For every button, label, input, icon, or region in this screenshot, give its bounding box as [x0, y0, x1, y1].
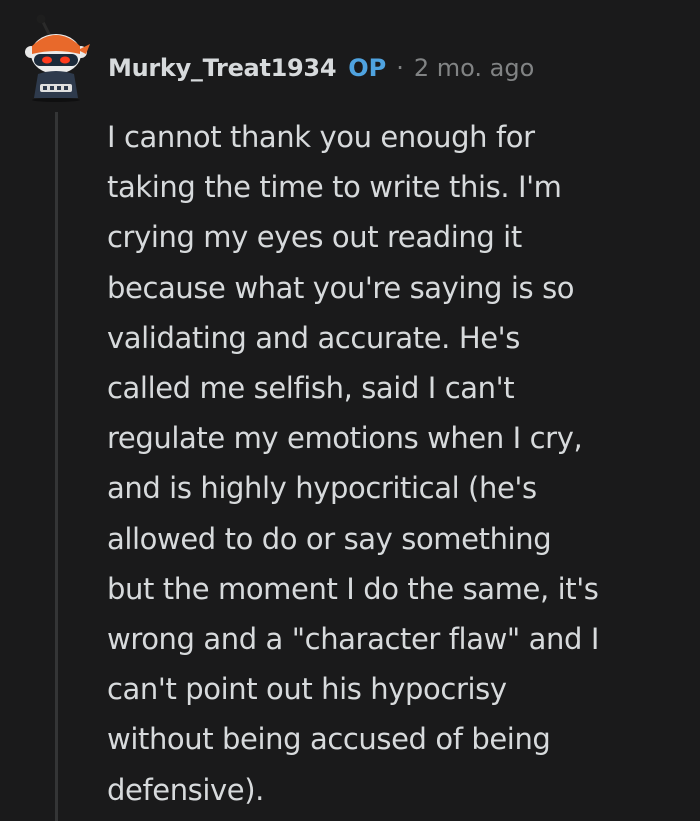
comment-body-line: regulate my emotions when I cry,: [107, 421, 583, 456]
comment-body: I cannot thank you enough for taking the…: [107, 112, 677, 815]
username-link[interactable]: Murky_Treat1934: [108, 54, 337, 82]
comment-body-line: defensive).: [107, 772, 264, 807]
snoo-avatar-icon[interactable]: [20, 14, 94, 102]
comment-body-line: but the moment I do the same, it's: [107, 571, 599, 606]
comment-body-line: validating and accurate. He's: [107, 320, 520, 355]
comment-header: Murky_Treat1934 OP · 2 mo. ago: [108, 50, 534, 86]
comment-body-line: crying my eyes out reading it: [107, 220, 522, 255]
op-badge: OP: [348, 54, 387, 82]
comment-body-line: I cannot thank you enough for: [107, 120, 535, 154]
comment-body-line: because what you're saying is so: [107, 270, 575, 305]
comment-body-line: allowed to do or say something: [107, 521, 552, 556]
comment-body-line: called me selfish, said I can't: [107, 371, 515, 406]
meta-separator: ·: [396, 54, 404, 82]
comment-body-line: taking the time to write this. I'm: [107, 170, 562, 205]
comment: Murky_Treat1934 OP · 2 mo. ago I cannot …: [0, 0, 700, 821]
comment-body-line: and is highly hypocritical (he's: [107, 471, 537, 506]
comment-body-line: wrong and a "character flaw" and I: [107, 622, 599, 657]
comment-body-line: without being accused of being: [107, 722, 551, 757]
comment-body-line: can't point out his hypocrisy: [107, 672, 507, 707]
comment-timestamp[interactable]: 2 mo. ago: [414, 54, 534, 82]
thread-line[interactable]: [55, 112, 58, 821]
